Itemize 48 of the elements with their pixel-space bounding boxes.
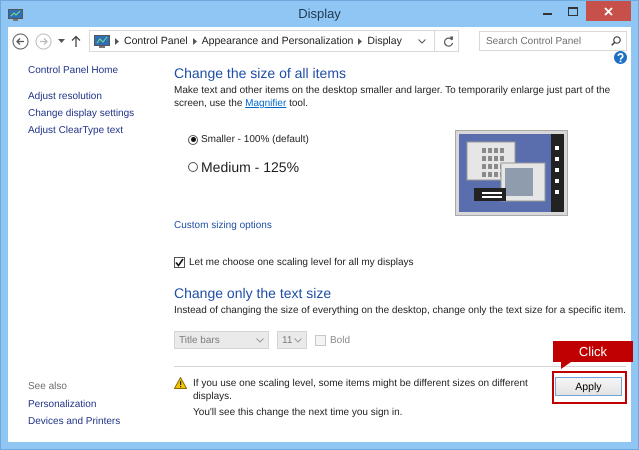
close-button[interactable] bbox=[586, 1, 631, 21]
chevron-down-icon bbox=[256, 338, 264, 342]
magnifier-link[interactable]: Magnifier bbox=[245, 98, 286, 109]
warning-text: You'll see this change the next time you sign in. bbox=[193, 406, 404, 419]
callout-pointer-icon bbox=[560, 362, 571, 369]
description-text: Make text and other items on the desktop smaller and larger. To temporarily enlarge just part of the screen, use the Magnifier tool. bbox=[174, 84, 612, 110]
help-icon[interactable] bbox=[614, 51, 627, 64]
warning-text: If you use one scaling level, some items might be different sizes on different displays. bbox=[193, 377, 529, 403]
description-text: Instead of changing the size of everything on the desktop, change only the text size for a specific item. bbox=[174, 304, 626, 317]
dropdown-caret-icon[interactable] bbox=[58, 39, 65, 43]
breadcrumb-item[interactable]: Display bbox=[367, 35, 402, 47]
custom-sizing-link[interactable]: Custom sizing options bbox=[174, 220, 272, 231]
chevron-down-icon[interactable] bbox=[418, 38, 426, 44]
refresh-icon[interactable] bbox=[443, 36, 454, 46]
sidebar-link[interactable]: Adjust resolution bbox=[28, 88, 167, 105]
chevron-right-icon bbox=[358, 38, 362, 44]
monitor-icon bbox=[94, 34, 110, 48]
radio-label[interactable]: Smaller - 100% (default) bbox=[201, 134, 309, 145]
checkbox[interactable] bbox=[174, 257, 185, 268]
sidebar-link[interactable]: Change display settings bbox=[28, 105, 167, 122]
maximize-icon bbox=[568, 6, 578, 16]
warning-icon bbox=[174, 377, 187, 389]
section-heading: Change only the text size bbox=[174, 285, 332, 301]
apply-button[interactable]: Apply bbox=[554, 377, 622, 396]
breadcrumb-item[interactable]: Appearance and Personalization bbox=[202, 35, 354, 47]
up-arrow-button[interactable] bbox=[71, 35, 81, 47]
sidebar-link[interactable]: Control Panel Home bbox=[28, 62, 167, 79]
address-bar[interactable]: Control Panel Appearance and Personalization Display bbox=[89, 30, 459, 52]
chevron-right-icon bbox=[192, 38, 197, 44]
back-button[interactable] bbox=[12, 32, 29, 50]
chevron-down-icon bbox=[294, 338, 302, 342]
radio-label[interactable]: Medium - 125% bbox=[201, 159, 300, 175]
sidebar-link[interactable]: Personalization bbox=[28, 396, 167, 413]
minimize-icon bbox=[542, 13, 552, 15]
window-title: Display bbox=[298, 6, 341, 21]
search-field[interactable]: Search Control Panel bbox=[479, 31, 627, 51]
radio-button[interactable] bbox=[188, 162, 198, 172]
see-also-label: See also bbox=[28, 381, 68, 392]
monitor-icon bbox=[8, 8, 23, 22]
section-heading: Change the size of all items bbox=[174, 65, 347, 81]
search-icon[interactable] bbox=[611, 36, 621, 46]
chevron-right-icon bbox=[115, 38, 119, 44]
checkbox-label[interactable]: Let me choose one scaling level for all my displays bbox=[189, 257, 414, 268]
radio-button[interactable] bbox=[188, 134, 198, 144]
close-icon bbox=[604, 6, 613, 16]
sidebar-link[interactable]: Adjust ClearType text bbox=[28, 122, 167, 139]
sidebar-link[interactable]: Devices and Printers bbox=[28, 413, 167, 430]
breadcrumb-item[interactable]: Control Panel bbox=[124, 35, 188, 47]
